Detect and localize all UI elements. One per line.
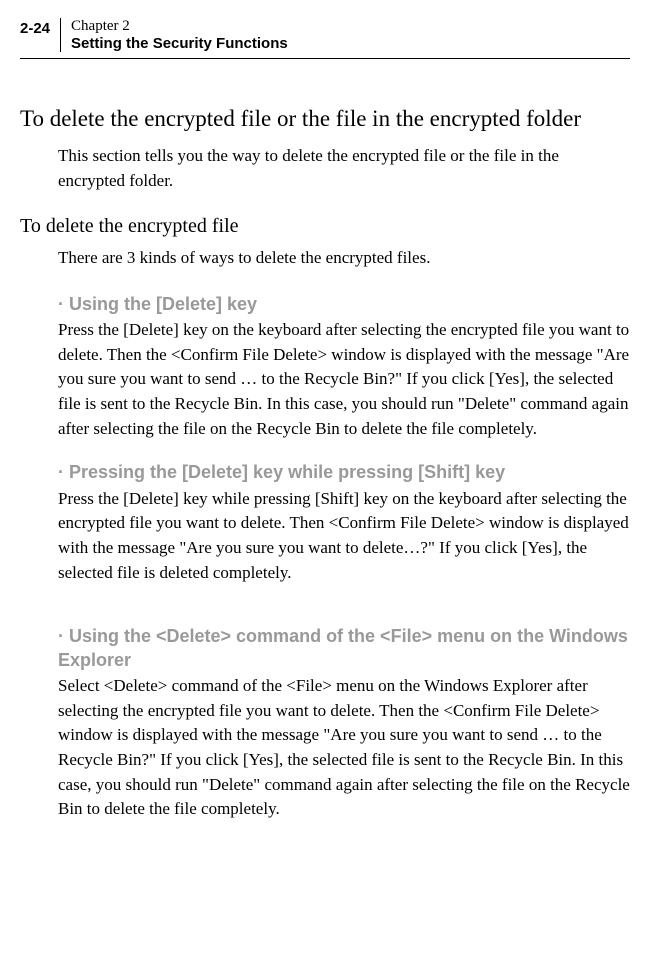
subsection-title: To delete the encrypted file (20, 215, 630, 238)
method-body: Press the [Delete] key while pressing [S… (58, 487, 630, 586)
chapter-line: Chapter 2 (71, 18, 288, 35)
method-body: Select <Delete> command of the <File> me… (58, 674, 630, 822)
method-title: · Using the <Delete> command of the <Fil… (58, 625, 630, 672)
section-title: To delete the encrypted file or the file… (20, 104, 630, 134)
chapter-subtitle: Setting the Security Functions (71, 35, 288, 52)
method-body: Press the [Delete] key on the keyboard a… (58, 318, 630, 441)
method-title: · Using the [Delete] key (58, 293, 630, 316)
page-number: 2-24 (20, 18, 61, 52)
method-title: · Pressing the [Delete] key while pressi… (58, 461, 630, 484)
subsection-intro: There are 3 kinds of ways to delete the … (58, 246, 630, 271)
section-intro: This section tells you the way to delete… (58, 144, 630, 193)
page-header: 2-24 Chapter 2 Setting the Security Func… (20, 18, 630, 59)
content: To delete the encrypted file or the file… (20, 59, 630, 822)
header-titles: Chapter 2 Setting the Security Functions (61, 18, 288, 52)
page: 2-24 Chapter 2 Setting the Security Func… (0, 0, 650, 852)
